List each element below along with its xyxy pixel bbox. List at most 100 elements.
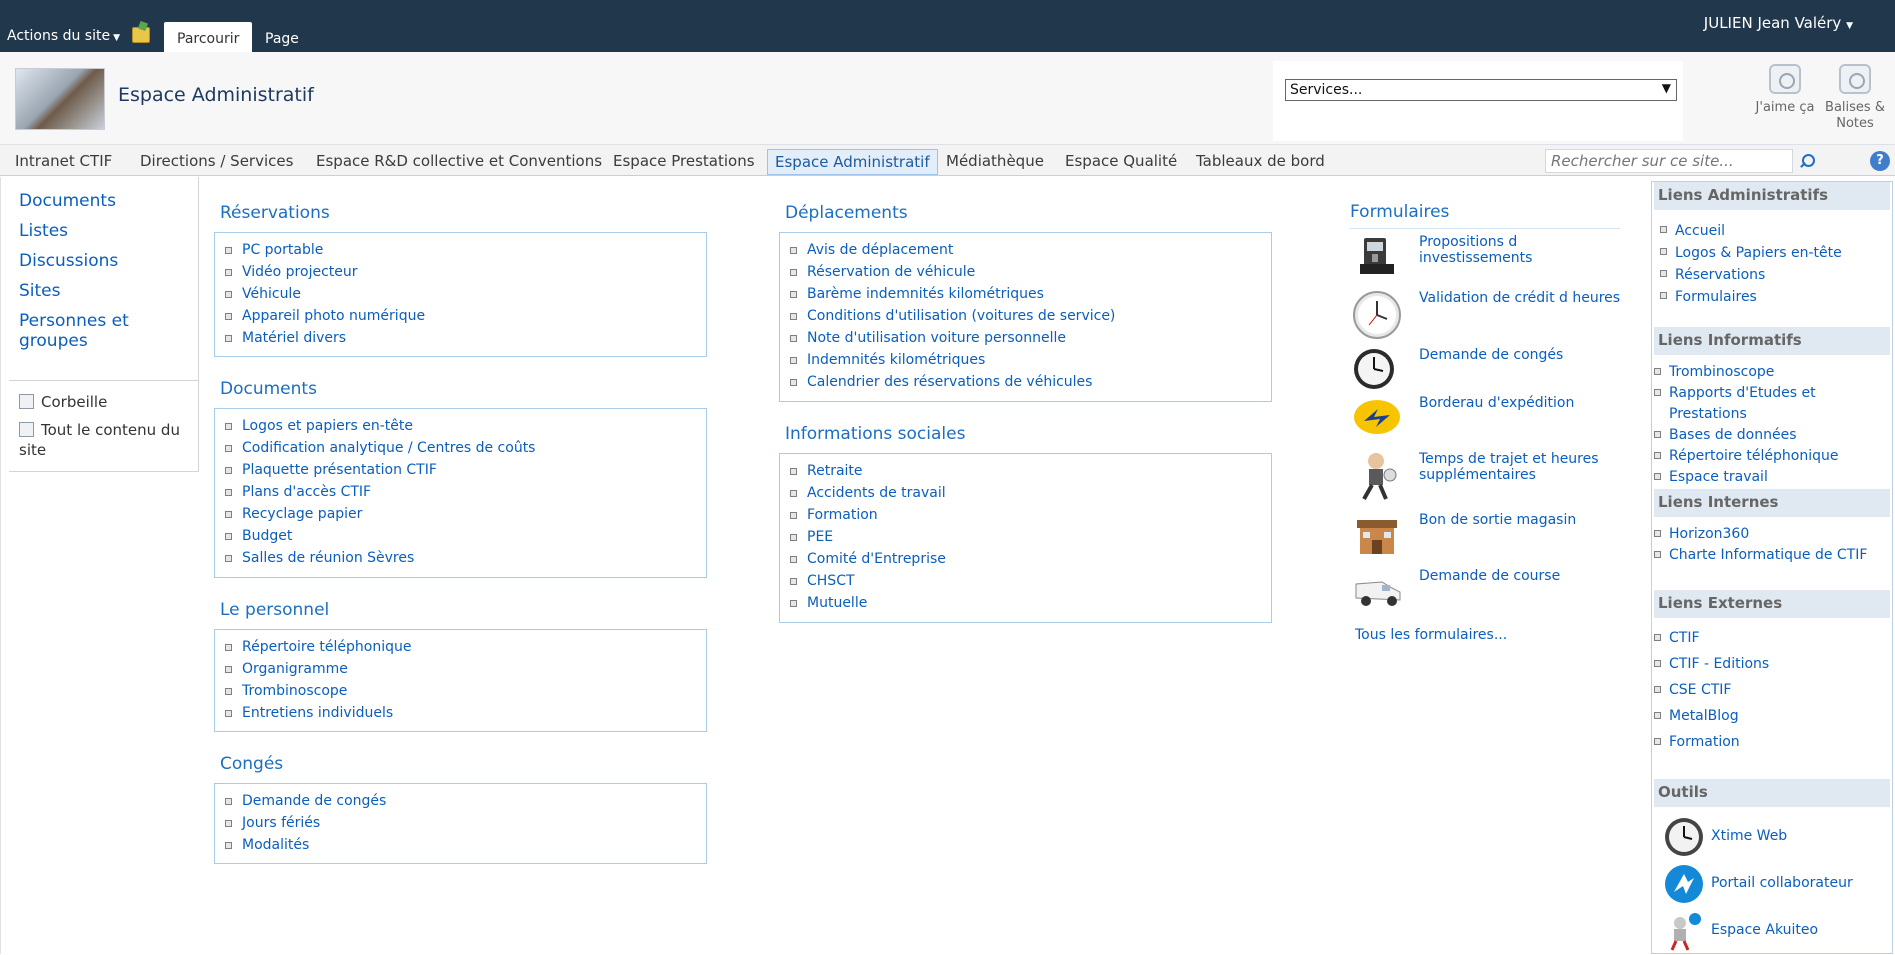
like-button[interactable]: J'aime ça [1750, 64, 1820, 116]
ql-all-content[interactable]: Tout le contenu du [19, 420, 180, 440]
navigate-up-icon[interactable] [132, 27, 150, 43]
link-calendrier[interactable]: Calendrier des réservations de véhicules [790, 371, 1271, 393]
link-appareil-photo[interactable]: Appareil photo numérique [225, 305, 706, 327]
link-comite[interactable]: Comité d'Entreprise [790, 548, 1271, 570]
link-bases-donnees[interactable]: Bases de données [1654, 425, 1892, 446]
link-salles-reunion[interactable]: Salles de réunion Sèvres [225, 547, 706, 569]
link-repertoire-rp[interactable]: Répertoire téléphonique [1654, 446, 1892, 467]
link-espace-travail[interactable]: Espace travail [1654, 467, 1892, 488]
link-ctif[interactable]: CTIF [1654, 625, 1769, 651]
site-logo[interactable] [15, 68, 105, 130]
panel-header-outils: Outils [1654, 779, 1890, 807]
link-rapports[interactable]: Rapports d'Etudes et Prestations [1654, 383, 1892, 425]
link-materiel-divers[interactable]: Matériel divers [225, 327, 706, 349]
nav-espace-administratif[interactable]: Espace Administratif [767, 149, 938, 175]
form-label: Temps de trajet et heures supplémentaire… [1419, 451, 1599, 483]
link-chsct[interactable]: CHSCT [790, 570, 1271, 592]
link-mutuelle[interactable]: Mutuelle [790, 592, 1271, 614]
services-select[interactable]: Services... ▼ [1285, 79, 1677, 101]
all-forms-link[interactable]: Tous les formulaires... [1355, 627, 1507, 643]
site-actions-menu[interactable]: Actions du site ▼ [7, 28, 120, 44]
link-entretiens[interactable]: Entretiens individuels [225, 702, 706, 724]
link-trombinoscope-rp[interactable]: Trombinoscope [1654, 362, 1892, 383]
ql-personnes-line2[interactable]: groupes [19, 331, 88, 352]
section-title-personnel: Le personnel [220, 600, 330, 620]
link-pc-portable[interactable]: PC portable [225, 239, 706, 261]
site-title[interactable]: Espace Administratif [118, 84, 314, 106]
link-video-projecteur[interactable]: Vidéo projecteur [225, 261, 706, 283]
nav-tableaux-de-bord[interactable]: Tableaux de bord [1189, 149, 1332, 175]
bullet-icon [225, 842, 232, 849]
link-formation[interactable]: Formation [790, 504, 1271, 526]
link-reservations-rp[interactable]: Réservations [1660, 264, 1842, 286]
link-plans-acces[interactable]: Plans d'accès CTIF [225, 481, 706, 503]
link-ctif-editions[interactable]: CTIF - Editions [1654, 651, 1769, 677]
ql-corbeille[interactable]: Corbeille [19, 392, 107, 412]
section-title-formulaires[interactable]: Formulaires [1350, 202, 1449, 222]
ql-discussions[interactable]: Discussions [19, 251, 118, 272]
link-charte[interactable]: Charte Informatique de CTIF [1654, 545, 1867, 566]
nav-mediatheque[interactable]: Médiathèque [939, 149, 1051, 175]
link-formation-rp[interactable]: Formation [1654, 729, 1769, 755]
link-logos-papiers[interactable]: Logos et papiers en-tête [225, 415, 706, 437]
link-trombinoscope[interactable]: Trombinoscope [225, 680, 706, 702]
link-bareme[interactable]: Barème indemnités kilométriques [790, 283, 1271, 305]
link-horizon360[interactable]: Horizon360 [1654, 524, 1867, 545]
link-label: Entretiens individuels [242, 705, 394, 721]
link-label: Barème indemnités kilométriques [807, 286, 1044, 302]
section-title-conges: Congés [220, 754, 284, 774]
bullet-icon [790, 600, 797, 607]
link-demande-conges[interactable]: Demande de congés [225, 790, 706, 812]
right-links-panel: Liens Administratifs Accueil Logos & Pap… [1651, 181, 1893, 954]
link-modalites[interactable]: Modalités [225, 834, 706, 856]
nav-intranet-ctif[interactable]: Intranet CTIF [8, 149, 119, 175]
user-menu[interactable]: JULIEN Jean Valéry ▼ [1704, 14, 1853, 32]
sociales-box: Retraite Accidents de travail Formation … [779, 453, 1272, 623]
nav-directions-services[interactable]: Directions / Services [133, 149, 300, 175]
link-label: Modalités [242, 837, 310, 853]
link-indemnites[interactable]: Indemnités kilométriques [790, 349, 1271, 371]
link-vehicule[interactable]: Véhicule [225, 283, 706, 305]
link-plaquette[interactable]: Plaquette présentation CTIF [225, 459, 706, 481]
link-avis-deplacement[interactable]: Avis de déplacement [790, 239, 1271, 261]
link-recyclage[interactable]: Recyclage papier [225, 503, 706, 525]
link-conditions[interactable]: Conditions d'utilisation (voitures de se… [790, 305, 1271, 327]
link-metalblog[interactable]: MetalBlog [1654, 703, 1769, 729]
nav-espace-prestations[interactable]: Espace Prestations [606, 149, 762, 175]
tags-notes-button[interactable]: Balises & Notes [1820, 64, 1890, 132]
link-label: Logos & Papiers en-tête [1675, 245, 1842, 261]
link-accueil[interactable]: Accueil [1660, 220, 1842, 242]
ql-listes[interactable]: Listes [19, 221, 68, 242]
link-jours-feries[interactable]: Jours fériés [225, 812, 706, 834]
ql-personnes-line1[interactable]: Personnes et [19, 311, 129, 332]
nav-espace-rd[interactable]: Espace R&D collective et Conventions [309, 149, 609, 175]
form-label: Demande de course [1419, 568, 1561, 584]
link-accidents[interactable]: Accidents de travail [790, 482, 1271, 504]
ql-documents[interactable]: Documents [19, 191, 116, 212]
search-icon[interactable] [1795, 150, 1819, 172]
link-repertoire[interactable]: Répertoire téléphonique [225, 636, 706, 658]
link-budget[interactable]: Budget [225, 525, 706, 547]
link-retraite[interactable]: Retraite [790, 460, 1271, 482]
link-formulaires-rp[interactable]: Formulaires [1660, 286, 1842, 308]
link-logos-papiers-rp[interactable]: Logos & Papiers en-tête [1660, 242, 1842, 264]
ql-all-content-line2[interactable]: site [19, 440, 46, 460]
help-icon[interactable]: ? [1870, 151, 1890, 171]
tab-parcourir[interactable]: Parcourir [164, 22, 253, 52]
bullet-icon [1654, 660, 1661, 667]
tab-page[interactable]: Page [252, 22, 312, 52]
search-input[interactable] [1546, 150, 1792, 172]
link-cse-ctif[interactable]: CSE CTIF [1654, 677, 1769, 703]
ql-sites[interactable]: Sites [19, 281, 61, 302]
link-note-utilisation[interactable]: Note d'utilisation voiture personnelle [790, 327, 1271, 349]
link-organigramme[interactable]: Organigramme [225, 658, 706, 680]
bullet-icon [225, 335, 232, 342]
link-pee[interactable]: PEE [790, 526, 1271, 548]
bullet-icon [790, 291, 797, 298]
nav-espace-qualite[interactable]: Espace Qualité [1058, 149, 1184, 175]
link-reservation-vehicule[interactable]: Réservation de véhicule [790, 261, 1271, 283]
bullet-icon [790, 357, 797, 364]
bullet-icon [790, 512, 797, 519]
link-codification[interactable]: Codification analytique / Centres de coû… [225, 437, 706, 459]
admin-links-list: Accueil Logos & Papiers en-tête Réservat… [1660, 220, 1842, 308]
